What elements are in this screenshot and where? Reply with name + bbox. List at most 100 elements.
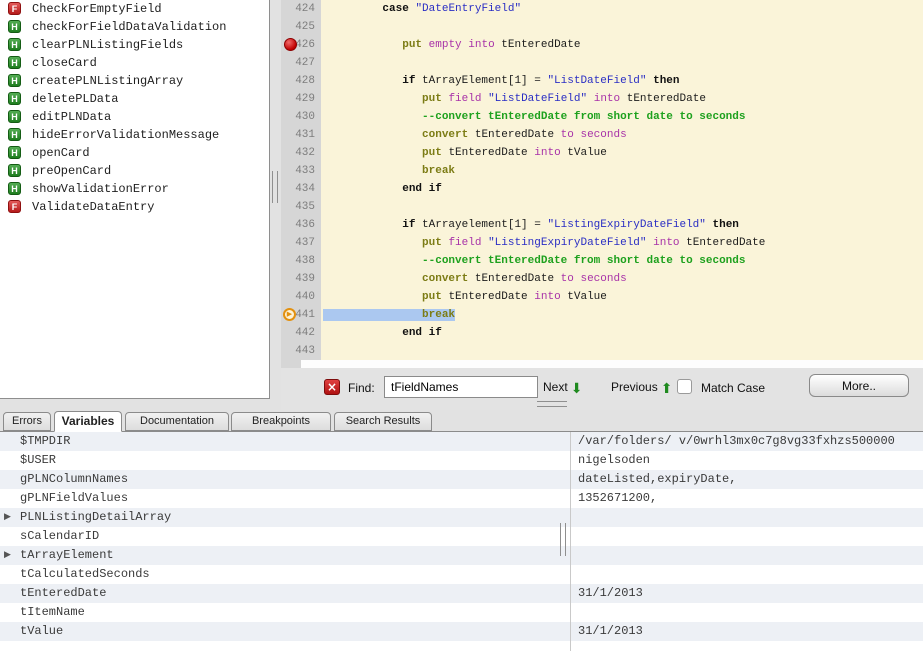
code-line[interactable]: 441▶ break bbox=[281, 306, 923, 324]
line-number-gutter[interactable]: 441▶ bbox=[281, 306, 321, 324]
code-line[interactable]: 440 put tEnteredDate into tValue bbox=[281, 288, 923, 306]
code-line[interactable]: 438 --convert tEnteredDate from short da… bbox=[281, 252, 923, 270]
breakpoint-icon[interactable] bbox=[284, 38, 297, 51]
code-line[interactable]: 442 end if bbox=[281, 324, 923, 342]
code-text[interactable]: put tEnteredDate into tValue bbox=[321, 288, 923, 306]
variable-row[interactable]: ▶tArrayElement bbox=[0, 546, 923, 565]
variable-row[interactable]: tValue31/1/2013 bbox=[0, 622, 923, 641]
line-number-gutter[interactable]: 436 bbox=[281, 216, 321, 234]
code-line[interactable]: 425 bbox=[281, 18, 923, 36]
code-line[interactable]: 429 put field "ListDateField" into tEnte… bbox=[281, 90, 923, 108]
handler-list-item[interactable]: HcheckForFieldDataValidation bbox=[0, 18, 269, 36]
tab-documentation[interactable]: Documentation bbox=[125, 412, 229, 431]
code-text[interactable]: put field "ListDateField" into tEnteredD… bbox=[321, 90, 923, 108]
line-number-gutter[interactable]: 431 bbox=[281, 126, 321, 144]
variable-row[interactable]: tItemName bbox=[0, 603, 923, 622]
tab-breakpoints[interactable]: Breakpoints bbox=[231, 412, 331, 431]
code-text[interactable] bbox=[321, 18, 923, 36]
code-line[interactable]: 437 put field "ListingExpiryDateField" i… bbox=[281, 234, 923, 252]
find-previous-button[interactable]: Previous⬆ bbox=[611, 380, 672, 397]
variable-row[interactable]: $TMPDIR/var/folders/ v/0wrhl3mx0c7g8vg33… bbox=[0, 432, 923, 451]
handler-list-item[interactable]: HdeletePLData bbox=[0, 90, 269, 108]
handler-list-item[interactable]: HclearPLNListingFields bbox=[0, 36, 269, 54]
code-text[interactable]: end if bbox=[321, 324, 923, 342]
code-text[interactable]: put empty into tEnteredDate bbox=[321, 36, 923, 54]
code-line[interactable]: 443 bbox=[281, 342, 923, 360]
code-text[interactable]: case "DateEntryField" bbox=[321, 0, 923, 18]
variable-row[interactable]: sCalendarID bbox=[0, 527, 923, 546]
column-divider[interactable] bbox=[570, 432, 571, 651]
tab-variables[interactable]: Variables bbox=[54, 411, 122, 432]
panel-splitter-grip[interactable] bbox=[272, 171, 278, 203]
tab-errors[interactable]: Errors bbox=[3, 412, 51, 431]
find-bar-splitter-grip[interactable] bbox=[537, 401, 567, 407]
line-number-gutter[interactable]: 426 bbox=[281, 36, 321, 54]
code-text[interactable]: put tEnteredDate into tValue bbox=[321, 144, 923, 162]
handler-list-item[interactable]: HopenCard bbox=[0, 144, 269, 162]
code-text[interactable]: --convert tEnteredDate from short date t… bbox=[321, 108, 923, 126]
code-editor[interactable]: 424 case "DateEntryField"425426 put empt… bbox=[281, 0, 923, 360]
code-line[interactable]: 433 break bbox=[281, 162, 923, 180]
code-line[interactable]: 424 case "DateEntryField" bbox=[281, 0, 923, 18]
code-text[interactable]: if tArrayElement[1] = "ListDateField" th… bbox=[321, 72, 923, 90]
handler-list-item[interactable]: HcloseCard bbox=[0, 54, 269, 72]
code-text[interactable] bbox=[321, 198, 923, 216]
close-icon[interactable]: × bbox=[324, 379, 340, 395]
code-line[interactable]: 428 if tArrayElement[1] = "ListDateField… bbox=[281, 72, 923, 90]
code-line[interactable]: 432 put tEnteredDate into tValue bbox=[281, 144, 923, 162]
code-text[interactable]: break bbox=[321, 306, 923, 324]
more-button[interactable]: More.. bbox=[809, 374, 909, 397]
line-number-gutter[interactable]: 440 bbox=[281, 288, 321, 306]
code-text[interactable] bbox=[321, 342, 923, 360]
line-number-gutter[interactable]: 434 bbox=[281, 180, 321, 198]
variable-row[interactable]: tEnteredDate31/1/2013 bbox=[0, 584, 923, 603]
code-text[interactable]: end if bbox=[321, 180, 923, 198]
handler-list-item[interactable]: HpreOpenCard bbox=[0, 162, 269, 180]
handler-list-item[interactable]: FCheckForEmptyField bbox=[0, 0, 269, 18]
match-case-checkbox[interactable] bbox=[677, 379, 692, 394]
handler-list-item[interactable]: HcreatePLNListingArray bbox=[0, 72, 269, 90]
code-text[interactable]: convert tEnteredDate to seconds bbox=[321, 126, 923, 144]
code-text[interactable]: if tArrayelement[1] = "ListingExpiryDate… bbox=[321, 216, 923, 234]
line-number-gutter[interactable]: 439 bbox=[281, 270, 321, 288]
find-next-button[interactable]: Next⬇ bbox=[543, 380, 582, 397]
line-number-gutter[interactable]: 430 bbox=[281, 108, 321, 126]
tab-search-results[interactable]: Search Results bbox=[334, 412, 432, 431]
line-number-gutter[interactable]: 424 bbox=[281, 0, 321, 18]
handler-list-item[interactable]: HhideErrorValidationMessage bbox=[0, 126, 269, 144]
code-text[interactable] bbox=[321, 54, 923, 72]
line-number-gutter[interactable]: 432 bbox=[281, 144, 321, 162]
code-line[interactable]: 426 put empty into tEnteredDate bbox=[281, 36, 923, 54]
line-number-gutter[interactable]: 442 bbox=[281, 324, 321, 342]
code-line[interactable]: 430 --convert tEnteredDate from short da… bbox=[281, 108, 923, 126]
code-line[interactable]: 439 convert tEnteredDate to seconds bbox=[281, 270, 923, 288]
line-number-gutter[interactable]: 429 bbox=[281, 90, 321, 108]
code-text[interactable]: put field "ListingExpiryDateField" into … bbox=[321, 234, 923, 252]
code-line[interactable]: 436 if tArrayelement[1] = "ListingExpiry… bbox=[281, 216, 923, 234]
code-line[interactable]: 431 convert tEnteredDate to seconds bbox=[281, 126, 923, 144]
code-line[interactable]: 434 end if bbox=[281, 180, 923, 198]
line-number-gutter[interactable]: 443 bbox=[281, 342, 321, 360]
variable-row[interactable]: ▶PLNListingDetailArray bbox=[0, 508, 923, 527]
code-text[interactable]: --convert tEnteredDate from short date t… bbox=[321, 252, 923, 270]
find-input[interactable] bbox=[384, 376, 538, 398]
handler-list-item[interactable]: FValidateDataEntry bbox=[0, 198, 269, 216]
disclosure-triangle-icon[interactable]: ▶ bbox=[4, 546, 11, 565]
variable-row[interactable]: $USERnigelsoden bbox=[0, 451, 923, 470]
variable-row[interactable]: gPLNFieldValues1352671200, bbox=[0, 489, 923, 508]
code-text[interactable]: convert tEnteredDate to seconds bbox=[321, 270, 923, 288]
line-number-gutter[interactable]: 438 bbox=[281, 252, 321, 270]
line-number-gutter[interactable]: 437 bbox=[281, 234, 321, 252]
line-number-gutter[interactable]: 425 bbox=[281, 18, 321, 36]
code-line[interactable]: 435 bbox=[281, 198, 923, 216]
code-line[interactable]: 427 bbox=[281, 54, 923, 72]
line-number-gutter[interactable]: 433 bbox=[281, 162, 321, 180]
line-number-gutter[interactable]: 427 bbox=[281, 54, 321, 72]
disclosure-triangle-icon[interactable]: ▶ bbox=[4, 508, 11, 527]
variable-row[interactable]: gPLNColumnNamesdateListed,expiryDate, bbox=[0, 470, 923, 489]
line-number-gutter[interactable]: 428 bbox=[281, 72, 321, 90]
code-text[interactable]: break bbox=[321, 162, 923, 180]
handler-list-item[interactable]: HeditPLNData bbox=[0, 108, 269, 126]
table-splitter-grip[interactable] bbox=[560, 523, 566, 556]
line-number-gutter[interactable]: 435 bbox=[281, 198, 321, 216]
